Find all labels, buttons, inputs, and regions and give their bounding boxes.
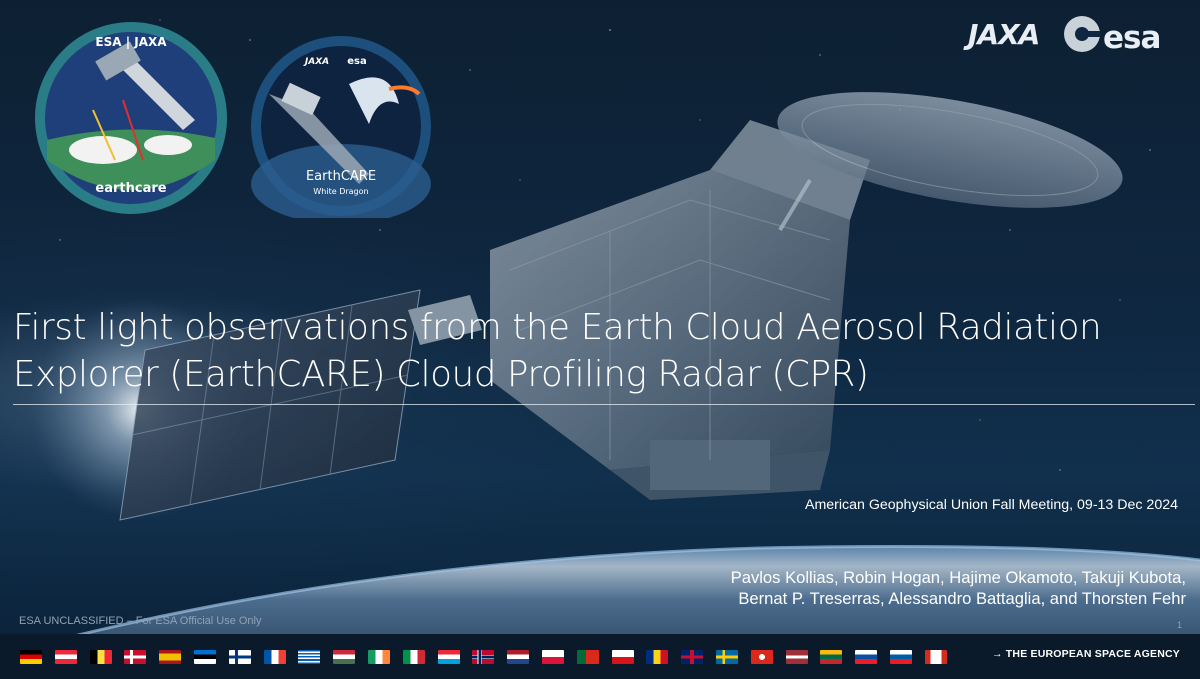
title-slide: ESA | JAXA earthcare JAXA esa EarthCARE …: [0, 0, 1200, 679]
agency-tagline: → THE EUROPEAN SPACE AGENCY: [991, 648, 1180, 660]
flag-switzerland: [750, 650, 773, 664]
flag-slovenia: [890, 650, 912, 664]
flag-greece: [298, 650, 321, 664]
flag-sweden: [716, 650, 738, 664]
patch-left-top-text: ESA | JAXA: [95, 35, 167, 49]
flag-romania: [646, 650, 669, 664]
slide-title: First light observations from the Earth …: [13, 304, 1193, 398]
authors-line-2: Bernat P. Treserras, Alessandro Battagli…: [738, 589, 1186, 608]
flag-slovakia: [855, 650, 878, 664]
white-dragon-patch: JAXA esa EarthCARE White Dragon: [251, 36, 431, 218]
flag-ireland: [368, 650, 390, 664]
flag-portugal: [576, 650, 599, 664]
authors-line-1: Pavlos Kollias, Robin Hogan, Hajime Okam…: [730, 568, 1186, 587]
patch-left-bottom-text: earthcare: [95, 181, 166, 196]
flag-germany: [20, 650, 42, 664]
meeting-info: American Geophysical Union Fall Meeting,…: [804, 497, 1178, 513]
flag-canada: [924, 650, 947, 664]
flag-lithuania: [820, 650, 843, 664]
patch-right-name: EarthCARE: [306, 169, 376, 184]
flag-denmark: [124, 650, 147, 664]
flag-luxembourg: [437, 650, 460, 664]
title-line-2: Explorer (EarthCARE) Cloud Profiling Rad…: [13, 354, 869, 395]
patch-right-esa-text: esa: [347, 56, 366, 67]
flag-belgium: [89, 650, 112, 664]
title-line-1: First light observations from the Earth …: [13, 307, 1102, 348]
flag-spain: [159, 650, 182, 664]
flag-estonia: [194, 650, 216, 664]
flag-norway: [472, 650, 495, 664]
flag-hungary: [333, 650, 356, 664]
flag-united-kingdom: [681, 650, 704, 664]
flag-finland: [228, 650, 251, 664]
flag-italy: [402, 650, 425, 664]
esa-logo-text: esa: [1103, 20, 1161, 56]
patch-right-jaxa-text: JAXA: [303, 57, 329, 67]
jaxa-logo: JAXA: [968, 18, 1040, 51]
title-divider: [13, 404, 1195, 405]
esa-logo-mark: [1064, 16, 1100, 52]
flag-netherlands: [507, 650, 530, 664]
flag-czechia: [611, 650, 634, 664]
classification-label: ESA UNCLASSIFIED – For ESA Official Use …: [19, 615, 262, 627]
author-list: Pavlos Kollias, Robin Hogan, Hajime Okam…: [731, 567, 1186, 609]
flag-austria: [54, 650, 77, 664]
patch-right-subtitle: White Dragon: [313, 187, 368, 196]
page-number: 1: [1176, 620, 1182, 630]
flag-france: [263, 650, 286, 664]
earthcare-mission-patch: ESA | JAXA earthcare: [35, 22, 227, 214]
flag-poland: [542, 650, 564, 664]
flag-latvia: [785, 650, 808, 664]
